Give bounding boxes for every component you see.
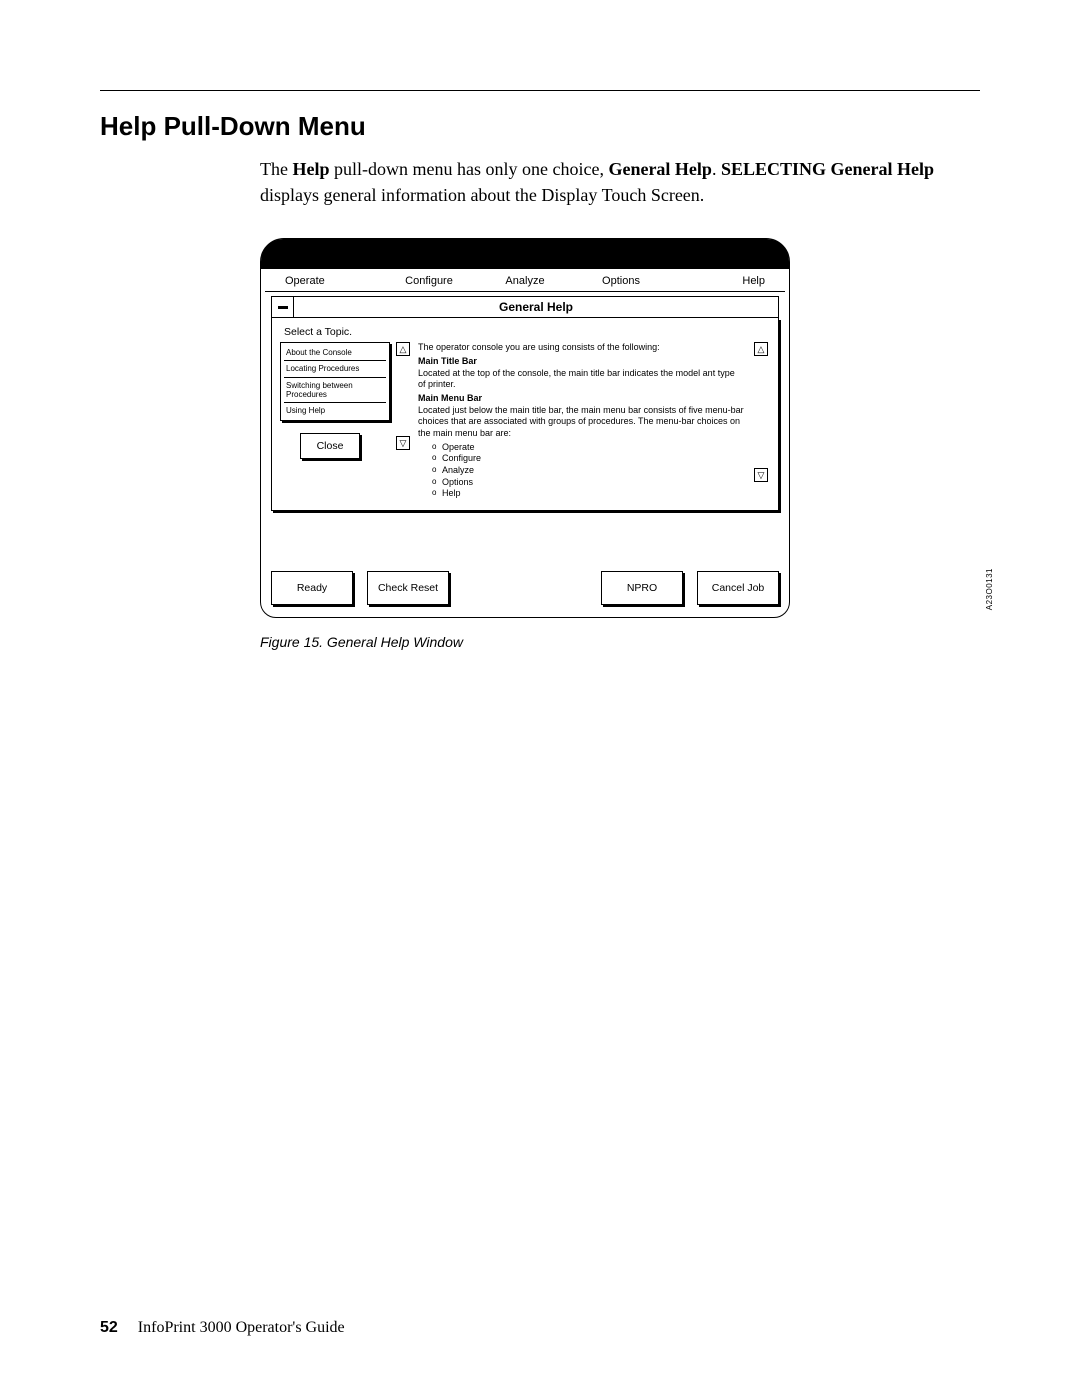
intro-text: pull-down menu has only one choice, — [330, 159, 609, 179]
page-footer: 52 InfoPrint 3000 Operator's Guide — [100, 1319, 345, 1337]
section-title: Help Pull-Down Menu — [100, 111, 980, 142]
topic-item-usinghelp[interactable]: Using Help — [284, 403, 386, 418]
help-subhead-main-menu-bar: Main Menu Bar — [418, 393, 744, 405]
topic-scrollbar: △ ▽ — [396, 342, 412, 450]
menu-configure[interactable]: Configure — [381, 275, 477, 287]
topic-item-about[interactable]: About the Console — [284, 345, 386, 361]
help-text: Located just below the main title bar, t… — [418, 405, 744, 440]
topic-list: About the Console Locating Procedures Sw… — [280, 342, 390, 421]
figure-caption: Figure 15. General Help Window — [260, 634, 980, 650]
content-scrollbar: △ ▽ — [754, 342, 770, 482]
menu-options[interactable]: Options — [573, 275, 669, 287]
figure-code: A23O0131 — [985, 568, 994, 610]
page-number: 52 — [100, 1319, 118, 1336]
scroll-down-icon[interactable]: ▽ — [396, 436, 410, 450]
top-rule — [100, 90, 980, 91]
main-menu-bar: Operate Configure Analyze Options Help — [265, 269, 785, 292]
help-subhead-main-title-bar: Main Title Bar — [418, 356, 744, 368]
help-text: Located at the top of the console, the m… — [418, 368, 744, 391]
intro-text: The — [260, 159, 292, 179]
window-titlebar — [261, 239, 789, 269]
menu-operate[interactable]: Operate — [285, 275, 381, 287]
close-button[interactable]: Close — [300, 433, 360, 459]
figure-wrap: Operate Configure Analyze Options Help G… — [260, 238, 980, 618]
dialog-body: Select a Topic. About the Console Locati… — [271, 318, 779, 511]
intro-bold-general-help: General Help — [608, 159, 711, 179]
scroll-up-icon[interactable]: △ — [754, 342, 768, 356]
help-menu-item: Operate — [432, 442, 744, 454]
help-content: The operator console you are using consi… — [418, 342, 748, 500]
footer-title: InfoPrint 3000 Operator's Guide — [138, 1319, 345, 1336]
intro-bold-help: Help — [292, 159, 329, 179]
help-menu-list: Operate Configure Analyze Options Help — [418, 442, 744, 500]
console-window: Operate Configure Analyze Options Help G… — [260, 238, 790, 618]
check-reset-button[interactable]: Check Reset — [367, 571, 449, 605]
menu-analyze[interactable]: Analyze — [477, 275, 573, 287]
footer-button-row: Ready Check Reset NPRO Cancel Job — [271, 571, 779, 605]
intro-text: . — [712, 159, 721, 179]
npro-button[interactable]: NPRO — [601, 571, 683, 605]
ready-button[interactable]: Ready — [271, 571, 353, 605]
general-help-dialog: General Help Select a Topic. About the C… — [271, 296, 779, 511]
scroll-up-icon[interactable]: △ — [396, 342, 410, 356]
topic-item-switching[interactable]: Switching between Procedures — [284, 378, 386, 403]
intro-paragraph: The Help pull-down menu has only one cho… — [260, 156, 970, 208]
help-menu-item: Configure — [432, 453, 744, 465]
help-menu-item: Help — [432, 488, 744, 500]
intro-bold-selecting: SELECTING General Help — [721, 159, 934, 179]
menu-help[interactable]: Help — [669, 275, 765, 287]
cancel-job-button[interactable]: Cancel Job — [697, 571, 779, 605]
help-menu-item: Analyze — [432, 465, 744, 477]
scroll-down-icon[interactable]: ▽ — [754, 468, 768, 482]
select-topic-label: Select a Topic. — [284, 326, 770, 338]
intro-text: displays general information about the D… — [260, 185, 704, 205]
dialog-header: General Help — [271, 296, 779, 318]
dialog-title: General Help — [294, 297, 778, 317]
help-text: The operator console you are using consi… — [418, 342, 744, 354]
help-menu-item: Options — [432, 477, 744, 489]
system-menu-icon[interactable] — [272, 297, 294, 317]
topic-item-locating[interactable]: Locating Procedures — [284, 361, 386, 377]
